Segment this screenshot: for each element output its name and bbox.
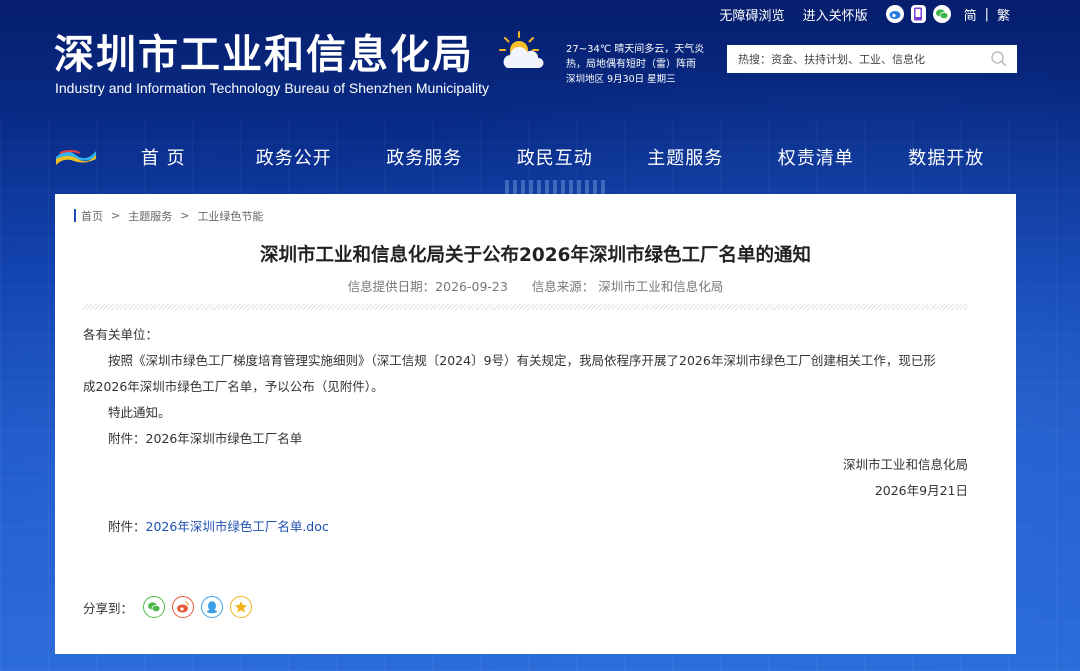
accessibility-link[interactable]: 无障碍浏览 bbox=[720, 5, 785, 24]
article-panel: 首页 > 主题服务 > 工业绿色节能 深圳市工业和信息化局关于公布2026年深圳… bbox=[55, 194, 1016, 654]
share-qzone-button[interactable] bbox=[230, 596, 253, 618]
article-paragraph: 按照《深圳市绿色工厂梯度培育管理实施细则》（深工信规〔2024〕9号）有关规定，… bbox=[108, 353, 936, 368]
nav-item-power-list[interactable]: 权责清单 bbox=[751, 122, 882, 192]
language-separator: | bbox=[984, 6, 989, 22]
top-links: 无障碍浏览 进入关怀版 简 | 繁 bbox=[720, 5, 1010, 24]
breadcrumb-separator: > bbox=[180, 209, 190, 222]
article-date: 信息提供日期：2026-09-23 bbox=[347, 279, 508, 294]
nav-decoration bbox=[505, 180, 605, 194]
language-switch: 简 | 繁 bbox=[964, 5, 1010, 24]
shenzhen-logo-icon bbox=[56, 150, 96, 165]
search-icon bbox=[991, 51, 1007, 67]
weibo-icon bbox=[177, 601, 190, 613]
share-qq-button[interactable] bbox=[201, 596, 224, 618]
share-weibo-button[interactable] bbox=[172, 596, 195, 618]
weather-date: 深圳地区 9月30日 星期三 bbox=[566, 74, 676, 85]
share-wechat-button[interactable] bbox=[143, 596, 166, 618]
qzone-icon bbox=[235, 601, 248, 613]
breadcrumb-green-energy[interactable]: 工业绿色节能 bbox=[197, 208, 263, 224]
share-bar: 分享到： bbox=[83, 596, 259, 618]
article-divider bbox=[83, 304, 968, 310]
mobile-icon[interactable] bbox=[910, 5, 926, 23]
weibo-icon[interactable] bbox=[885, 5, 904, 23]
site-subtitle: Industry and Information Technology Bure… bbox=[55, 80, 490, 96]
nav-item-government-services[interactable]: 政务服务 bbox=[359, 122, 490, 192]
article-attachment-note: 附件：2026年深圳市绿色工厂名单 bbox=[108, 431, 303, 446]
qq-icon bbox=[207, 601, 218, 614]
weather-sun-cloud-icon bbox=[499, 31, 544, 68]
article-signature: 深圳市工业和信息化局 bbox=[842, 457, 968, 472]
weather-line-1: 27~34℃ 晴天间多云，天气炎 bbox=[566, 44, 705, 55]
weather-info: 27~34℃ 晴天间多云，天气炎 热，局地偶有短时（雷）阵雨 深圳地区 9月30… bbox=[566, 42, 721, 87]
wechat-icon[interactable] bbox=[932, 5, 951, 23]
attachment-link[interactable]: 2026年深圳市绿色工厂名单.doc bbox=[146, 519, 329, 534]
site-title: 深圳市工业和信息化局 bbox=[54, 32, 474, 78]
wechat-icon bbox=[148, 602, 161, 613]
attachment-label: 附件： bbox=[108, 519, 146, 534]
article-meta: 信息提供日期：2026-09-23 信息来源： 深圳市工业和信息化局 bbox=[55, 276, 1016, 295]
share-label: 分享到： bbox=[83, 600, 134, 616]
article-paragraph-continued: 成2026年深圳市绿色工厂名单，予以公布（见附件）。 bbox=[83, 379, 384, 394]
nav-item-home[interactable]: 首 页 bbox=[98, 122, 229, 192]
article-salutation: 各有关单位： bbox=[83, 327, 159, 342]
search-button[interactable] bbox=[981, 45, 1017, 73]
search-box bbox=[727, 45, 1017, 73]
article-title: 深圳市工业和信息化局关于公布2026年深圳市绿色工厂名单的通知 bbox=[260, 245, 811, 266]
article-notice: 特此通知。 bbox=[108, 405, 171, 420]
main-nav: 首 页 政务公开 政务服务 政民互动 主题服务 权责清单 数据开放 bbox=[0, 122, 1080, 194]
article-body: 各有关单位： 按照《深圳市绿色工厂梯度培育管理实施细则》（深工信规〔2024〕9… bbox=[83, 322, 968, 504]
breadcrumb: 首页 > 主题服务 > 工业绿色节能 bbox=[74, 208, 263, 224]
site-header: 深圳市工业和信息化局 Industry and Information Tech… bbox=[0, 0, 1080, 122]
traditional-chinese-link[interactable]: 繁 bbox=[997, 5, 1010, 24]
breadcrumb-home[interactable]: 首页 bbox=[81, 208, 103, 224]
search-input[interactable] bbox=[727, 45, 981, 73]
breadcrumb-theme-services[interactable]: 主题服务 bbox=[128, 208, 172, 224]
article-source-label: 信息来源： bbox=[531, 279, 595, 294]
simplified-chinese-link[interactable]: 简 bbox=[964, 5, 977, 24]
article-sign-date: 2026年9月21日 bbox=[874, 483, 968, 498]
attachment: 附件：2026年深圳市绿色工厂名单.doc bbox=[108, 516, 329, 535]
elder-mode-link[interactable]: 进入关怀版 bbox=[803, 5, 868, 24]
breadcrumb-separator: > bbox=[111, 209, 121, 222]
article-source: 深圳市工业和信息化局 bbox=[598, 279, 724, 294]
nav-item-theme-services[interactable]: 主题服务 bbox=[620, 122, 751, 192]
nav-item-government-affairs[interactable]: 政务公开 bbox=[229, 122, 360, 192]
weather-line-2: 热，局地偶有短时（雷）阵雨 bbox=[566, 59, 696, 70]
nav-item-open-data[interactable]: 数据开放 bbox=[881, 122, 1012, 192]
